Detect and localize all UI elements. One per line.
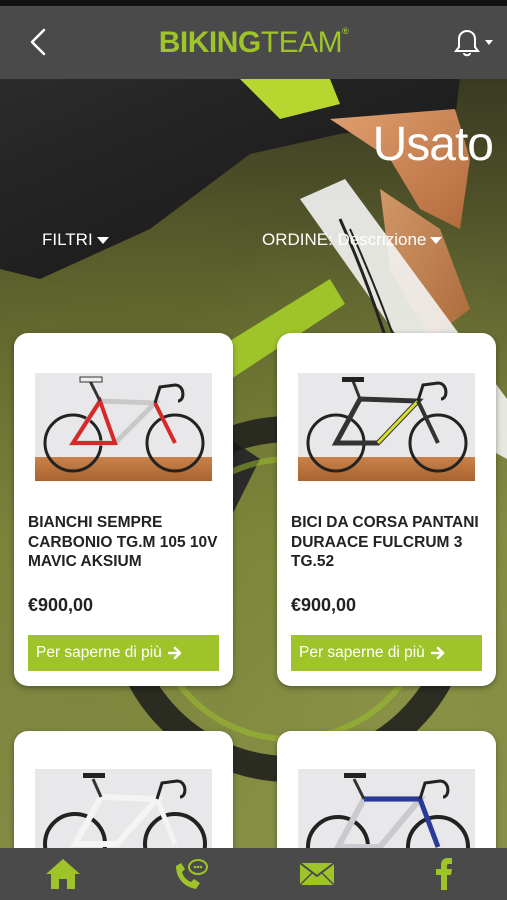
call-button[interactable] bbox=[160, 852, 220, 896]
notifications-button[interactable] bbox=[449, 26, 495, 60]
logo-text-biking: BIKING bbox=[158, 25, 262, 59]
more-info-button[interactable]: Per saperne di più bbox=[291, 635, 482, 671]
product-card[interactable] bbox=[277, 731, 496, 848]
caret-down-icon bbox=[430, 236, 443, 244]
product-name: BICI DA CORSA PANTANI DURAACE FULCRUM 3 … bbox=[291, 514, 479, 570]
product-photo bbox=[35, 373, 212, 481]
brand-logo[interactable]: BIKINGTEAM® bbox=[158, 25, 349, 60]
order-label: ORDINE: Descrizione bbox=[262, 230, 427, 249]
home-button[interactable] bbox=[33, 852, 93, 896]
logo-text-team: TEAM bbox=[260, 25, 343, 59]
product-price: €900,00 bbox=[291, 595, 357, 615]
top-bar: BIKINGTEAM® bbox=[0, 6, 507, 79]
bottom-navigation bbox=[0, 848, 507, 900]
bell-icon bbox=[454, 29, 493, 57]
product-card[interactable]: BICI DA CORSA PANTANI DURAACE FULCRUM 3 … bbox=[277, 333, 496, 686]
home-icon bbox=[46, 859, 81, 889]
back-button[interactable] bbox=[22, 24, 58, 60]
product-card[interactable]: BIANCHI SEMPRE CARBONIO TG.M 105 10V MAV… bbox=[14, 333, 233, 686]
order-dropdown[interactable]: ORDINE: Descrizione bbox=[262, 230, 443, 250]
chevron-left-icon bbox=[30, 28, 46, 56]
mail-button[interactable] bbox=[287, 852, 347, 896]
bike-photo-icon bbox=[306, 377, 468, 473]
filters-dropdown[interactable]: FILTRI bbox=[42, 230, 109, 250]
bike-photo-icon bbox=[43, 773, 207, 848]
arrow-right-icon bbox=[167, 646, 182, 660]
more-info-label: Per saperne di più bbox=[299, 644, 425, 661]
product-price: €900,00 bbox=[28, 595, 94, 615]
hero-background: Usato FILTRI ORDINE: Descrizione BIANCHI… bbox=[0, 79, 507, 848]
filter-row: FILTRI ORDINE: Descrizione bbox=[0, 230, 507, 254]
logo-registered-mark: ® bbox=[342, 25, 349, 36]
more-info-label: Per saperne di più bbox=[36, 644, 162, 661]
bike-photo-icon bbox=[43, 376, 205, 473]
filters-label: FILTRI bbox=[42, 230, 93, 249]
product-card[interactable] bbox=[14, 731, 233, 848]
product-photo bbox=[298, 769, 475, 848]
bike-photo-icon bbox=[306, 773, 470, 848]
arrow-right-icon bbox=[430, 646, 445, 660]
more-info-button[interactable]: Per saperne di più bbox=[28, 635, 219, 671]
product-photo bbox=[35, 769, 212, 848]
page-title: Usato bbox=[372, 118, 494, 171]
facebook-icon bbox=[435, 858, 452, 890]
product-photo bbox=[298, 373, 475, 481]
caret-down-icon bbox=[96, 236, 109, 244]
facebook-button[interactable] bbox=[414, 852, 474, 896]
mail-icon bbox=[299, 862, 335, 886]
phone-chat-icon bbox=[176, 859, 209, 889]
product-name: BIANCHI SEMPRE CARBONIO TG.M 105 10V MAV… bbox=[28, 514, 218, 570]
